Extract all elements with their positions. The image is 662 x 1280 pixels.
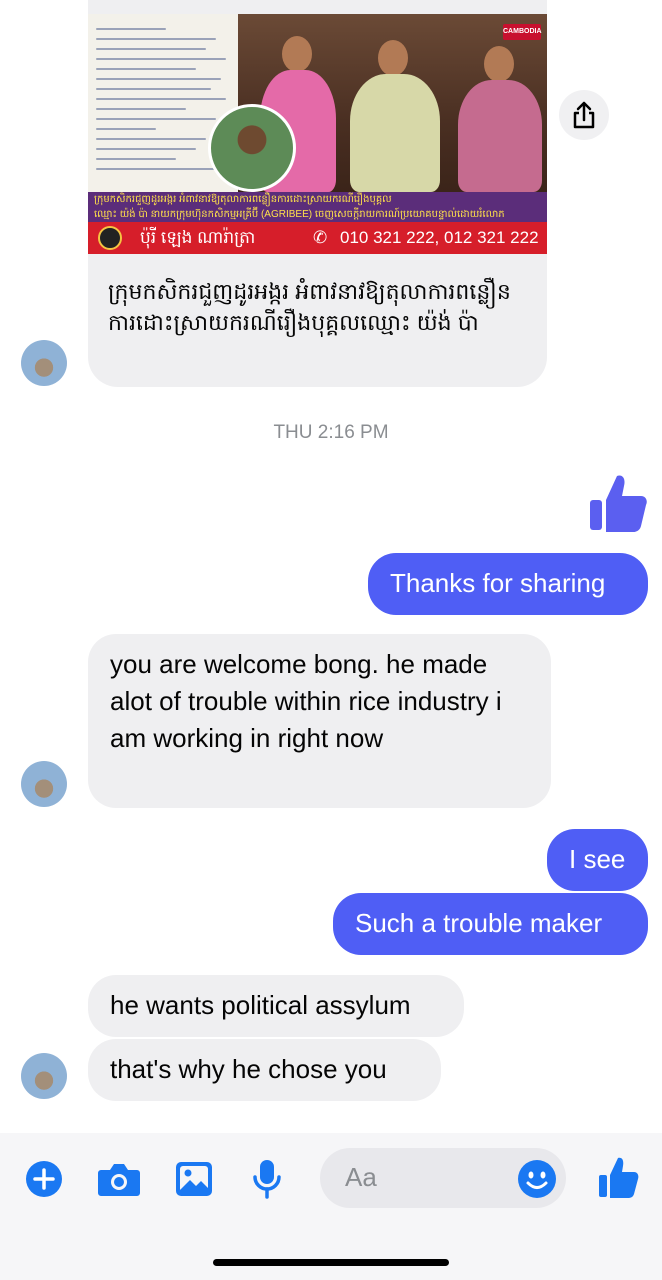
message-incoming[interactable]: that's why he chose you [88,1039,441,1101]
thumbs-up-icon [599,1157,639,1198]
emoji-button[interactable] [517,1159,557,1204]
phone-icon: ✆ [313,228,328,247]
timestamp: THU 2:16 PM [273,422,389,443]
link-preview-image: CAMBODIA ក្រុមកសិករជួញដូរអង្ករ អំពាវនាវឱ… [88,14,547,254]
inset-portrait [208,104,296,192]
voice-button[interactable] [251,1158,283,1205]
message-input-placeholder: Aa [345,1162,377,1192]
message-incoming[interactable]: you are welcome bong. he made alot of tr… [88,634,551,808]
share-icon [573,101,595,129]
contact-avatar[interactable] [21,340,67,386]
microphone-icon [253,1160,281,1199]
message-incoming[interactable]: he wants political assylum [88,975,464,1037]
image-caption: ក្រុមកសិករជួញដូរអង្ករ អំពាវនាវឱ្យតុលាការ… [88,192,547,222]
shared-link-card[interactable]: CAMBODIA ក្រុមកសិករជួញដូរអង្ករ អំពាវនាវឱ… [88,0,547,387]
publisher-logo-icon [98,226,122,250]
thumbs-up-icon [590,475,647,532]
publisher-bar: ប៉ុរី ឡេង ណារ៉ាត្រា ✆ 010 321 222, 012 3… [88,222,547,254]
emoji-icon [518,1160,556,1198]
message-outgoing[interactable]: Thanks for sharing [368,553,648,615]
camera-icon [98,1164,140,1196]
message-outgoing[interactable]: I see [547,829,648,891]
contact-avatar[interactable] [21,1053,67,1099]
camera-button[interactable] [97,1160,141,1203]
contact-avatar[interactable] [21,761,67,807]
publisher-phone: 010 321 222, 012 321 222 [340,228,539,247]
message-outgoing[interactable]: Such a trouble maker [333,893,648,955]
sent-thumbs-up[interactable] [586,470,648,539]
home-indicator[interactable] [213,1259,449,1266]
publisher-name: ប៉ុរី ឡេង ណារ៉ាត្រា [140,228,256,247]
add-button[interactable] [25,1160,63,1203]
link-title: ក្រុមកសិករជួញដូរអង្ករ អំពាវនាវឱ្យតុលាការ… [108,279,511,335]
like-button[interactable] [597,1155,639,1204]
gallery-button[interactable] [174,1160,214,1203]
image-icon [176,1162,212,1196]
plus-icon [26,1161,62,1197]
share-button[interactable] [559,90,609,140]
cambodia-badge: CAMBODIA [503,24,542,40]
